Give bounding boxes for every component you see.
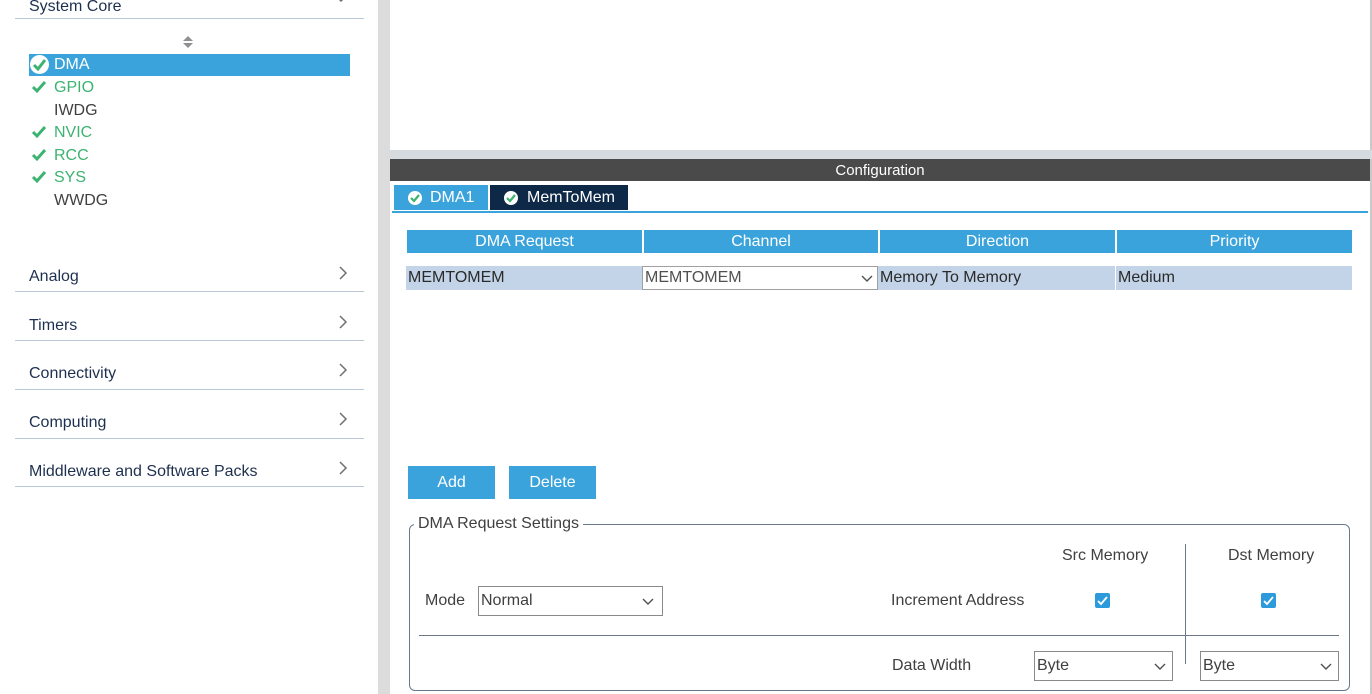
column-header-priority[interactable]: Priority: [1117, 230, 1352, 253]
peripheral-label: IWDG: [54, 102, 98, 119]
column-header-direction[interactable]: Direction: [880, 230, 1115, 253]
src-increment-checkbox[interactable]: [1095, 593, 1110, 608]
check-circle-icon: [408, 191, 422, 205]
check-circle-icon: [504, 191, 518, 205]
checkmark-icon: [31, 169, 47, 185]
mode-select-value: Normal: [481, 592, 533, 609]
category-panel: System Core DMA GPIO IWDG NVIC RCC SYS W…: [0, 0, 378, 694]
peripheral-label: RCC: [54, 147, 89, 164]
sort-icon[interactable]: [182, 36, 194, 50]
mode-label: Mode: [425, 592, 466, 609]
category-label: Analog: [29, 268, 79, 285]
peripheral-item-rcc[interactable]: RCC: [29, 145, 350, 167]
src-data-width-value: Byte: [1037, 657, 1070, 674]
chevron-right-icon: [338, 461, 348, 479]
panel-splitter-horizontal[interactable]: [390, 150, 1372, 159]
divider: [419, 635, 1339, 636]
checkmark-icon: [1097, 596, 1108, 606]
chevron-right-icon: [338, 412, 348, 430]
divider: [1185, 544, 1186, 664]
peripheral-label: DMA: [54, 56, 90, 73]
chevron-right-icon: [338, 266, 348, 284]
chevron-down-icon: [334, 0, 348, 6]
checkmark-icon: [31, 124, 47, 140]
add-button[interactable]: Add: [408, 466, 495, 499]
category-analog[interactable]: Analog: [15, 264, 364, 292]
tab-dma1[interactable]: DMA1: [394, 185, 488, 210]
tab-underline: [392, 211, 1368, 213]
column-header-dma-request[interactable]: DMA Request: [407, 230, 642, 253]
peripheral-label: WWDG: [54, 192, 109, 209]
category-computing[interactable]: Computing: [15, 410, 364, 439]
tab-label: DMA1: [430, 189, 475, 206]
cell-priority[interactable]: Medium: [1116, 266, 1352, 290]
group-title: DMA Request Settings: [414, 515, 583, 533]
category-label: Timers: [29, 317, 78, 334]
delete-button[interactable]: Delete: [509, 466, 596, 499]
dst-data-width-value: Byte: [1203, 657, 1236, 674]
category-system-core[interactable]: System Core: [15, 0, 364, 19]
peripheral-item-sys[interactable]: SYS: [29, 167, 350, 189]
src-data-width-select[interactable]: Byte: [1034, 651, 1173, 681]
mode-panel: [390, 0, 1370, 150]
tab-label: MemToMem: [527, 189, 616, 206]
increment-address-label: Increment Address: [891, 592, 1025, 609]
chevron-down-icon: [1320, 663, 1332, 670]
check-circle-icon: [30, 55, 49, 74]
checkmark-icon: [31, 79, 47, 95]
cell-direction[interactable]: Memory To Memory: [878, 266, 1115, 290]
category-timers[interactable]: Timers: [15, 313, 364, 341]
peripheral-item-dma[interactable]: DMA: [29, 54, 350, 76]
data-width-label: Data Width: [892, 657, 972, 674]
dst-data-width-select[interactable]: Byte: [1200, 651, 1339, 681]
configuration-header: Configuration: [390, 159, 1370, 181]
peripheral-label: GPIO: [54, 79, 95, 96]
peripheral-item-gpio[interactable]: GPIO: [29, 77, 350, 99]
peripheral-item-nvic[interactable]: NVIC: [29, 122, 350, 144]
panel-splitter[interactable]: [378, 0, 390, 694]
chevron-down-icon: [861, 275, 873, 282]
checkmark-icon: [1263, 596, 1274, 606]
chevron-down-icon: [642, 598, 654, 605]
category-label: Middleware and Software Packs: [29, 463, 258, 480]
chevron-right-icon: [338, 315, 348, 333]
category-connectivity[interactable]: Connectivity: [15, 361, 364, 390]
peripheral-label: SYS: [54, 169, 87, 186]
chevron-down-icon: [1154, 663, 1166, 670]
category-label: Computing: [29, 414, 107, 431]
peripheral-item-iwdg[interactable]: IWDG: [29, 100, 350, 122]
category-middleware[interactable]: Middleware and Software Packs: [15, 459, 364, 487]
peripheral-item-wwdg[interactable]: WWDG: [29, 190, 350, 212]
column-header-channel[interactable]: Channel: [644, 230, 878, 253]
src-memory-header: Src Memory: [1062, 547, 1149, 564]
dst-increment-checkbox[interactable]: [1261, 593, 1276, 608]
mode-select[interactable]: Normal: [478, 586, 663, 616]
peripheral-label: NVIC: [54, 124, 93, 141]
checkmark-icon: [31, 147, 47, 163]
channel-select-value: MEMTOMEM: [645, 269, 742, 286]
channel-select[interactable]: MEMTOMEM: [642, 266, 878, 290]
dst-memory-header: Dst Memory: [1228, 547, 1315, 564]
cell-dma-request[interactable]: MEMTOMEM: [406, 266, 642, 290]
category-label: System Core: [29, 0, 122, 15]
chevron-right-icon: [338, 363, 348, 381]
category-label: Connectivity: [29, 365, 117, 382]
tab-memtomem[interactable]: MemToMem: [490, 185, 628, 210]
